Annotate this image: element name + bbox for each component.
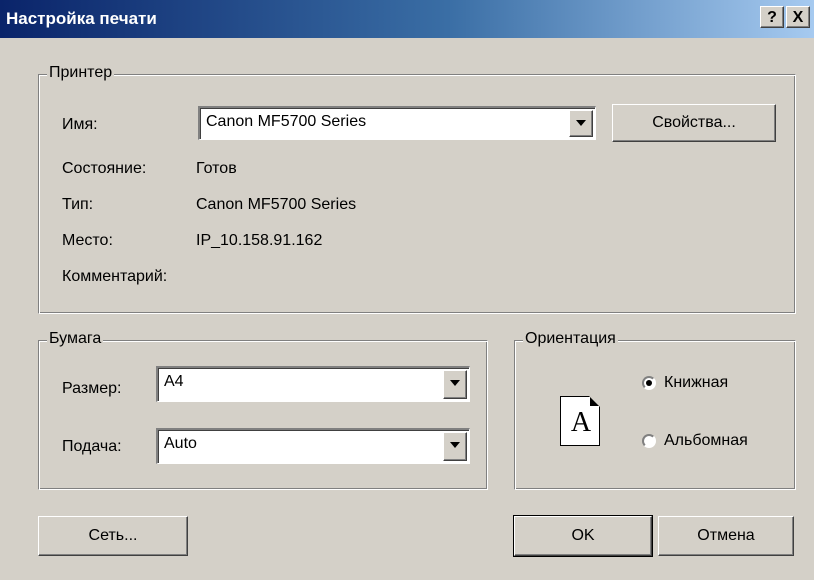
network-button[interactable]: Сеть... (38, 516, 188, 556)
landscape-label[interactable]: Альбомная (664, 432, 748, 450)
page-corner-fold (589, 396, 600, 407)
chevron-down-icon[interactable] (443, 432, 467, 461)
cancel-button[interactable]: Отмена (658, 516, 794, 556)
properties-button[interactable]: Свойства... (612, 104, 776, 142)
window-title: Настройка печати (6, 9, 157, 28)
page-portrait-icon: A (560, 396, 600, 446)
source-label: Подача: (62, 438, 122, 455)
title-bar: Настройка печати ? X (0, 0, 814, 38)
chevron-down-icon[interactable] (569, 110, 593, 137)
chevron-down-icon[interactable] (443, 370, 467, 399)
ok-button[interactable]: OK (513, 515, 653, 557)
orientation-group-legend: Ориентация (523, 330, 618, 348)
location-value: IP_10.158.91.162 (196, 232, 323, 249)
printer-name-label: Имя: (62, 116, 98, 133)
page-letter: A (570, 407, 592, 438)
landscape-radio[interactable] (642, 434, 656, 448)
printer-name-value: Canon MF5700 Series (206, 113, 367, 130)
close-button[interactable]: X (786, 6, 810, 28)
paper-source-value: Auto (164, 435, 197, 452)
paper-group-legend: Бумага (47, 330, 104, 348)
status-label: Состояние: (62, 160, 147, 177)
location-label: Место: (62, 232, 113, 249)
type-value: Canon MF5700 Series (196, 196, 357, 213)
paper-size-value: A4 (164, 373, 184, 390)
paper-group: Бумага (38, 330, 488, 490)
paper-size-select[interactable]: A4 (156, 366, 470, 402)
comment-label: Комментарий: (62, 268, 168, 285)
status-value: Готов (196, 160, 237, 177)
orientation-group: Ориентация (514, 330, 796, 490)
portrait-radio[interactable] (642, 376, 656, 390)
printer-group-legend: Принтер (47, 64, 115, 82)
help-button[interactable]: ? (760, 6, 784, 28)
printer-name-select[interactable]: Canon MF5700 Series (198, 106, 596, 140)
type-label: Тип: (62, 196, 94, 213)
portrait-label[interactable]: Книжная (664, 374, 728, 392)
size-label: Размер: (62, 380, 122, 397)
paper-source-select[interactable]: Auto (156, 428, 470, 464)
